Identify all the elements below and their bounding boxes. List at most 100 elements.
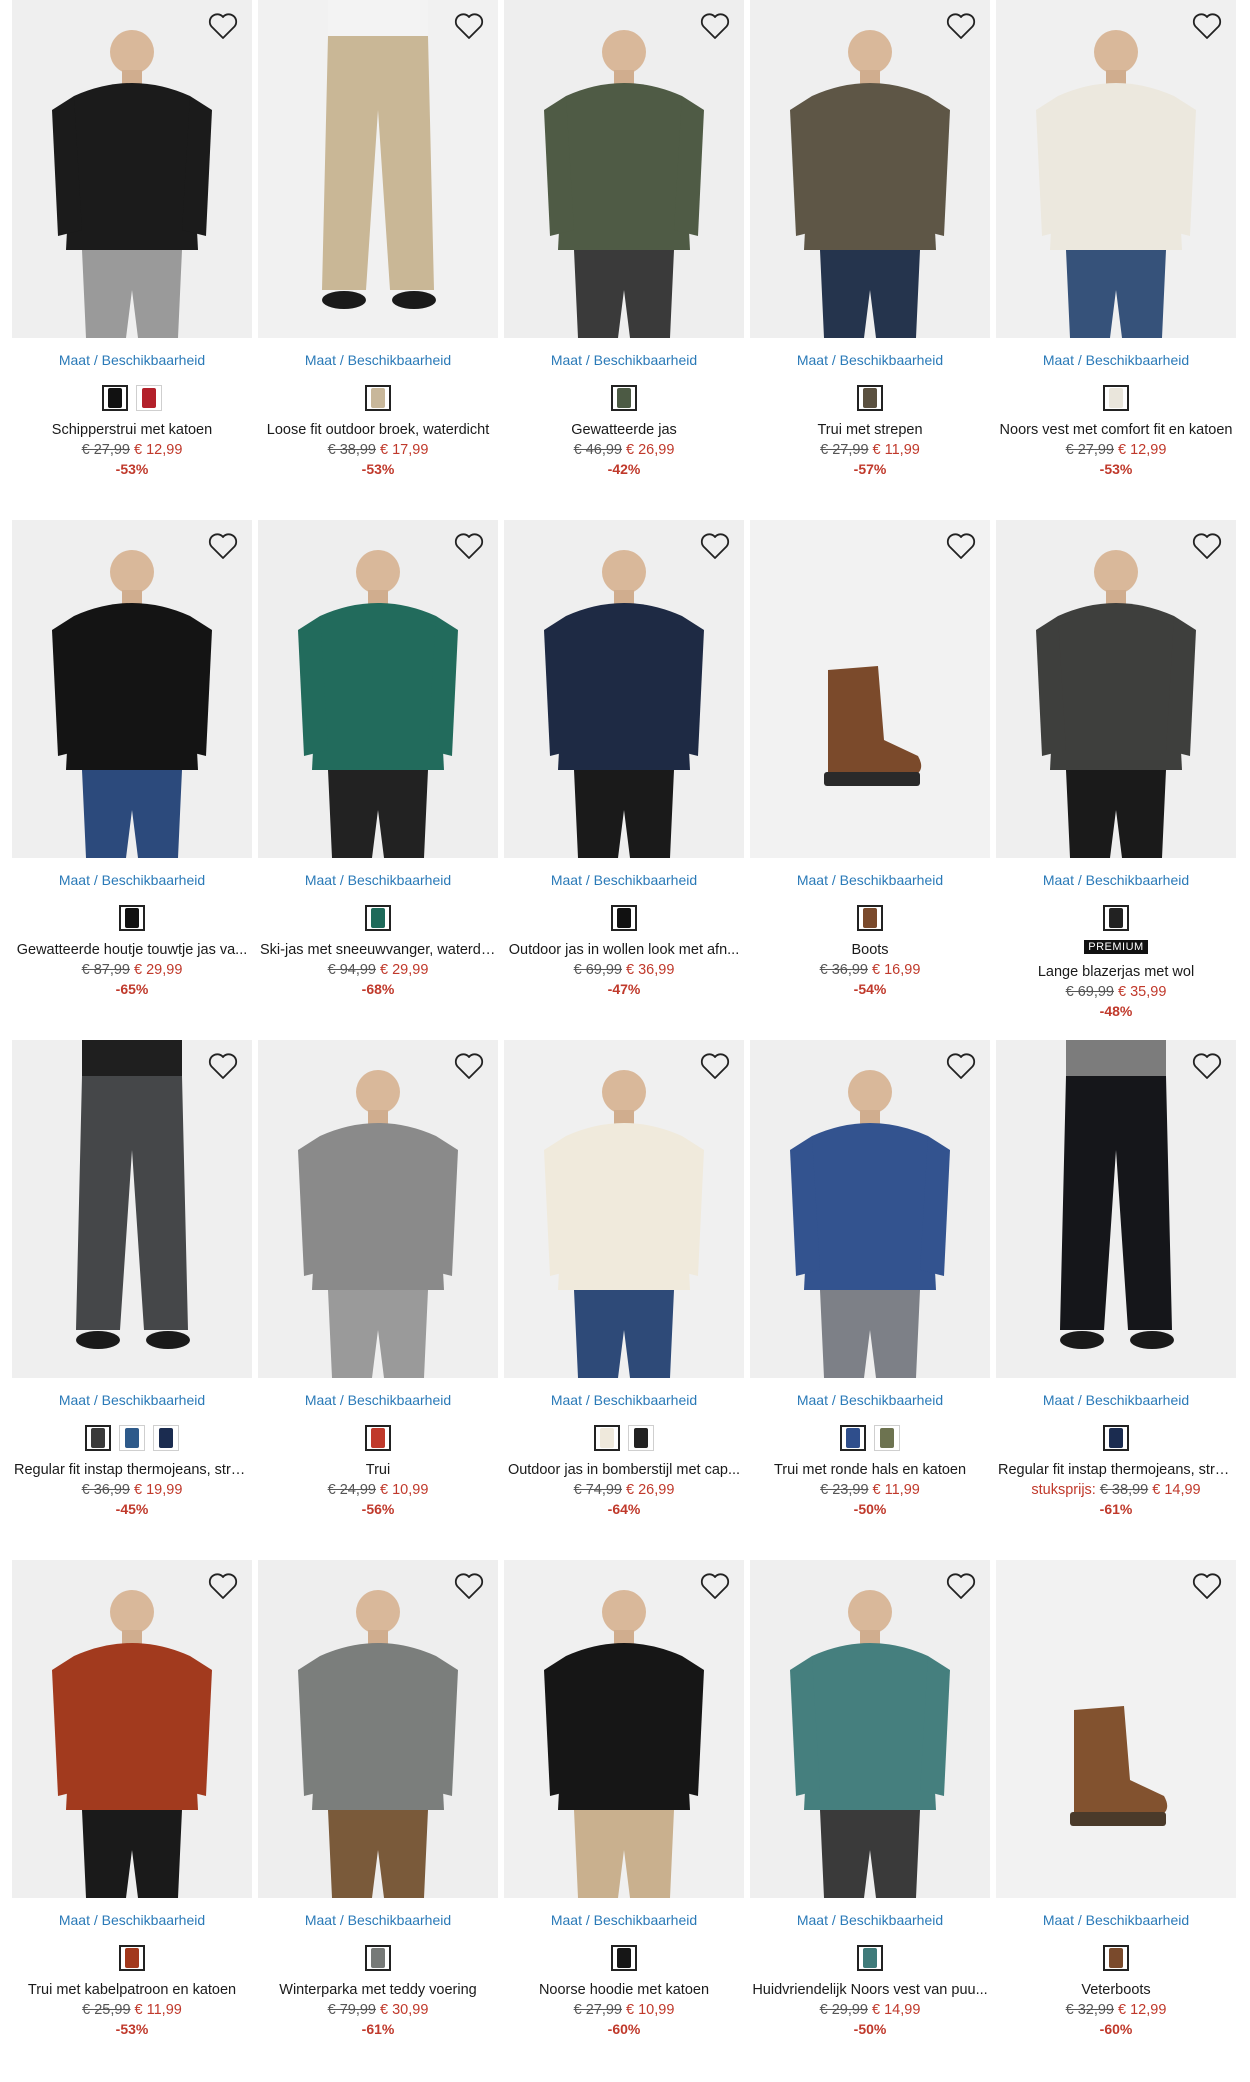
color-swatch[interactable] [365,1945,391,1971]
product-image[interactable] [12,1040,252,1378]
size-availability-link[interactable]: Maat / Beschikbaarheid [1043,1392,1189,1408]
product-title[interactable]: Winterparka met teddy voering [260,1982,496,1998]
color-swatch[interactable] [857,1945,883,1971]
product-image[interactable] [996,1560,1236,1898]
color-swatch[interactable] [874,1425,900,1451]
product-title[interactable]: Schipperstrui met katoen [14,422,250,438]
size-availability-link[interactable]: Maat / Beschikbaarheid [305,352,451,368]
product-card[interactable]: Maat / Beschikbaarheid Gewatteerde jas € 4… [504,0,744,520]
wishlist-heart-icon[interactable] [1192,12,1222,40]
wishlist-heart-icon[interactable] [1192,1572,1222,1600]
product-card[interactable]: Maat / Beschikbaarheid Winterparka met te… [258,1560,498,2080]
wishlist-heart-icon[interactable] [946,12,976,40]
product-image[interactable] [258,520,498,858]
product-title[interactable]: Lange blazerjas met wol [998,964,1234,980]
color-swatch[interactable] [136,385,162,411]
color-swatch[interactable] [611,905,637,931]
color-swatch[interactable] [1103,1945,1129,1971]
color-swatch[interactable] [1103,385,1129,411]
product-card[interactable]: Maat / Beschikbaarheid Ski-jas met sneeuw… [258,520,498,1040]
product-card[interactable]: Maat / Beschikbaarheid Regular fit instap… [996,1040,1236,1560]
wishlist-heart-icon[interactable] [454,532,484,560]
product-title[interactable]: Gewatteerde jas [506,422,742,438]
product-image[interactable] [258,1560,498,1898]
color-swatch[interactable] [102,385,128,411]
color-swatch[interactable] [119,1945,145,1971]
product-title[interactable]: Trui met ronde hals en katoen [752,1462,988,1478]
size-availability-link[interactable]: Maat / Beschikbaarheid [551,352,697,368]
size-availability-link[interactable]: Maat / Beschikbaarheid [797,1912,943,1928]
wishlist-heart-icon[interactable] [208,532,238,560]
product-card[interactable]: Maat / Beschikbaarheid PREMIUM Lange blaze… [996,520,1236,1040]
product-title[interactable]: Regular fit instap thermojeans, stra... [14,1462,250,1478]
product-card[interactable]: Maat / Beschikbaarheid Boots € 36,99 € 16,9… [750,520,990,1040]
color-swatch[interactable] [85,1425,111,1451]
size-availability-link[interactable]: Maat / Beschikbaarheid [797,352,943,368]
wishlist-heart-icon[interactable] [1192,532,1222,560]
product-image[interactable] [12,0,252,338]
product-title[interactable]: Veterboots [998,1982,1234,1998]
product-image[interactable] [750,1040,990,1378]
product-card[interactable]: Maat / Beschikbaarheid Trui € 24,99 € 10,99… [258,1040,498,1560]
size-availability-link[interactable]: Maat / Beschikbaarheid [305,1392,451,1408]
product-image[interactable] [504,1040,744,1378]
product-card[interactable]: Maat / Beschikbaarheid Veterboots € 32,99 €… [996,1560,1236,2080]
color-swatch[interactable] [365,1425,391,1451]
size-availability-link[interactable]: Maat / Beschikbaarheid [59,352,205,368]
size-availability-link[interactable]: Maat / Beschikbaarheid [1043,352,1189,368]
wishlist-heart-icon[interactable] [700,532,730,560]
product-image[interactable] [750,1560,990,1898]
wishlist-heart-icon[interactable] [700,1572,730,1600]
product-image[interactable] [258,1040,498,1378]
color-swatch[interactable] [153,1425,179,1451]
wishlist-heart-icon[interactable] [946,1572,976,1600]
color-swatch[interactable] [857,385,883,411]
color-swatch[interactable] [365,385,391,411]
size-availability-link[interactable]: Maat / Beschikbaarheid [551,1912,697,1928]
product-card[interactable]: Maat / Beschikbaarheid Schipperstrui met … [12,0,252,520]
color-swatch[interactable] [365,905,391,931]
color-swatch[interactable] [1103,905,1129,931]
product-title[interactable]: Outdoor jas in wollen look met afn... [506,942,742,958]
size-availability-link[interactable]: Maat / Beschikbaarheid [59,1392,205,1408]
size-availability-link[interactable]: Maat / Beschikbaarheid [1043,872,1189,888]
product-title[interactable]: Trui [260,1462,496,1478]
wishlist-heart-icon[interactable] [208,1572,238,1600]
size-availability-link[interactable]: Maat / Beschikbaarheid [551,1392,697,1408]
wishlist-heart-icon[interactable] [700,1052,730,1080]
color-swatch[interactable] [119,905,145,931]
color-swatch[interactable] [611,385,637,411]
product-title[interactable]: Trui met kabelpatroon en katoen [14,1982,250,1998]
size-availability-link[interactable]: Maat / Beschikbaarheid [59,1912,205,1928]
size-availability-link[interactable]: Maat / Beschikbaarheid [551,872,697,888]
product-card[interactable]: Maat / Beschikbaarheid Trui met kabelpatr… [12,1560,252,2080]
product-card[interactable]: Maat / Beschikbaarheid Trui met strepen € … [750,0,990,520]
product-image[interactable] [504,0,744,338]
product-image[interactable] [996,520,1236,858]
product-image[interactable] [12,1560,252,1898]
wishlist-heart-icon[interactable] [1192,1052,1222,1080]
color-swatch[interactable] [857,905,883,931]
color-swatch[interactable] [594,1425,620,1451]
product-title[interactable]: Gewatteerde houtje touwtje jas va... [14,942,250,958]
color-swatch[interactable] [611,1945,637,1971]
product-card[interactable]: Maat / Beschikbaarheid Outdoor jas in wol… [504,520,744,1040]
product-title[interactable]: Ski-jas met sneeuwvanger, waterdi... [260,942,496,958]
wishlist-heart-icon[interactable] [454,12,484,40]
product-card[interactable]: Maat / Beschikbaarheid Gewatteerde houtje… [12,520,252,1040]
color-swatch[interactable] [840,1425,866,1451]
wishlist-heart-icon[interactable] [208,1052,238,1080]
product-card[interactable]: Maat / Beschikbaarheid Regular fit instap… [12,1040,252,1560]
color-swatch[interactable] [1103,1425,1129,1451]
product-image[interactable] [12,520,252,858]
wishlist-heart-icon[interactable] [700,12,730,40]
wishlist-heart-icon[interactable] [454,1052,484,1080]
product-title[interactable]: Regular fit instap thermojeans, stra... [998,1462,1234,1478]
product-title[interactable]: Noors vest met comfort fit en katoen [998,422,1234,438]
wishlist-heart-icon[interactable] [946,532,976,560]
product-card[interactable]: Maat / Beschikbaarheid Outdoor jas in bom… [504,1040,744,1560]
color-swatch[interactable] [628,1425,654,1451]
product-title[interactable]: Outdoor jas in bomberstijl met cap... [506,1462,742,1478]
product-image[interactable] [996,1040,1236,1378]
size-availability-link[interactable]: Maat / Beschikbaarheid [305,1912,451,1928]
